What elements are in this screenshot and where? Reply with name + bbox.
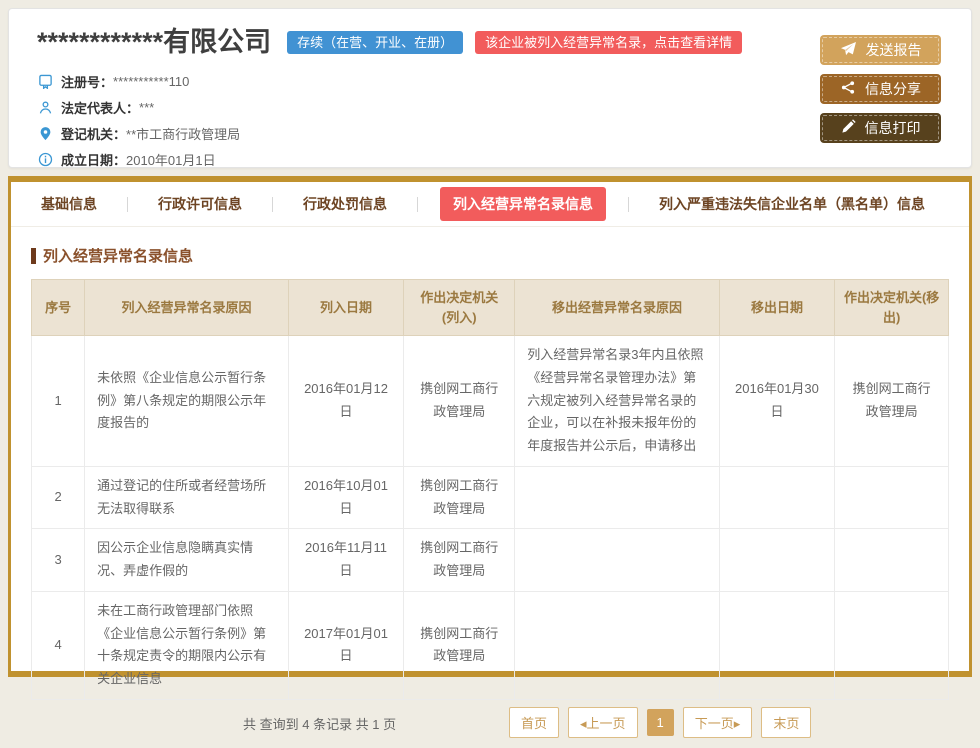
cell-in-reason: 因公示企业信息隐瞒真实情况、弄虚作假的: [85, 529, 289, 592]
share-icon: [840, 80, 856, 98]
legal-representative-value: ***: [139, 100, 154, 115]
registration-authority-value: **市工商行政管理局: [126, 124, 240, 143]
certificate-icon: [37, 73, 53, 89]
col-in-org: 作出决定机关(列入): [404, 280, 515, 336]
cell-in-org: 携创网工商行政管理局: [404, 336, 515, 467]
cell-in-reason: 未依照《企业信息公示暂行条例》第八条规定的期限公示年度报告的: [85, 336, 289, 467]
cell-seq: 1: [32, 336, 85, 467]
cell-out-date: [719, 466, 835, 529]
cell-out-org: [835, 466, 949, 529]
print-info-button[interactable]: 信息打印: [820, 113, 941, 143]
tab-separator: [628, 197, 629, 212]
establish-date-label: 成立日期：: [61, 150, 126, 169]
tab-bar: 基础信息 行政许可信息 行政处罚信息 列入经营异常名录信息 列入严重违法失信企业…: [11, 182, 969, 227]
table-row: 4 未在工商行政管理部门依照《企业信息公示暂行条例》第十条规定责令的期限内公示有…: [32, 591, 949, 699]
section-title: 列入经营异常名录信息: [31, 245, 949, 266]
title-row: ************有限公司 存续（在营、开业、在册） 该企业被列入经营异常…: [37, 29, 943, 56]
cell-out-reason: 列入经营异常名录3年内且依照《经营异常名录管理办法》第六规定被列入经营异常名录的…: [515, 336, 719, 467]
tab-abnormal-operation[interactable]: 列入经营异常名录信息: [440, 187, 606, 221]
send-report-button[interactable]: 发送报告: [820, 35, 941, 65]
paper-plane-icon: [840, 41, 857, 59]
current-page-button[interactable]: 1: [647, 709, 674, 736]
first-page-button[interactable]: 首页: [509, 707, 559, 738]
action-buttons: 发送报告 信息分享 信息打印: [820, 35, 941, 152]
tab-basic-info[interactable]: 基础信息: [33, 187, 105, 221]
cell-in-date: 2016年10月01日: [288, 466, 404, 529]
share-info-label: 信息分享: [865, 79, 921, 99]
cell-in-org: 携创网工商行政管理局: [404, 529, 515, 592]
cell-out-date: [719, 529, 835, 592]
cell-out-org: [835, 529, 949, 592]
cell-in-reason: 通过登记的住所或者经营场所无法取得联系: [85, 466, 289, 529]
col-out-org: 作出决定机关(移出): [835, 280, 949, 336]
col-out-date: 移出日期: [719, 280, 835, 336]
cell-out-org: [835, 591, 949, 699]
table-row: 2 通过登记的住所或者经营场所无法取得联系 2016年10月01日 携创网工商行…: [32, 466, 949, 529]
table-row: 3 因公示企业信息隐瞒真实情况、弄虚作假的 2016年11月11日 携创网工商行…: [32, 529, 949, 592]
cell-out-org: 携创网工商行政管理局: [835, 336, 949, 467]
tab-content: 列入经营异常名录信息 序号 列入经营异常名录原因 列入日期 作出决定机关(列入)…: [11, 227, 969, 748]
abnormal-warning-badge[interactable]: 该企业被列入经营异常名录，点击查看详情: [475, 31, 742, 54]
cell-in-date: 2017年01月01日: [288, 591, 404, 699]
table-row: 1 未依照《企业信息公示暂行条例》第八条规定的期限公示年度报告的 2016年01…: [32, 336, 949, 467]
legal-representative-row: 法定代表人： ***: [37, 94, 943, 120]
location-icon: [37, 125, 53, 141]
cell-in-org: 携创网工商行政管理局: [404, 591, 515, 699]
detail-panel: 基础信息 行政许可信息 行政处罚信息 列入经营异常名录信息 列入严重违法失信企业…: [8, 176, 972, 677]
cell-in-reason: 未在工商行政管理部门依照《企业信息公示暂行条例》第十条规定责令的期限内公示有关企…: [85, 591, 289, 699]
cell-in-date: 2016年11月11日: [288, 529, 404, 592]
tab-separator: [127, 197, 128, 212]
share-info-button[interactable]: 信息分享: [820, 74, 941, 104]
company-info-list: 注册号： ***********110 法定代表人： *** 登记机关： **市…: [37, 68, 943, 172]
section-title-text: 列入经营异常名录信息: [43, 245, 193, 266]
establish-date-row: 成立日期： 2010年01月1日: [37, 146, 943, 172]
record-count-summary: 共 查询到 4 条记录 共 1 页: [243, 714, 396, 733]
col-in-date: 列入日期: [288, 280, 404, 336]
cell-seq: 3: [32, 529, 85, 592]
registration-authority-row: 登记机关： **市工商行政管理局: [37, 120, 943, 146]
col-in-reason: 列入经营异常名录原因: [85, 280, 289, 336]
cell-out-reason: [515, 591, 719, 699]
section-title-bar: [31, 248, 36, 264]
establish-date-value: 2010年01月1日: [126, 150, 216, 169]
tab-separator: [272, 197, 273, 212]
info-icon: [37, 151, 53, 167]
company-header-card: ************有限公司 存续（在营、开业、在册） 该企业被列入经营异常…: [8, 8, 972, 168]
prev-page-button[interactable]: ◂上一页: [568, 707, 638, 738]
cell-out-date: 2016年01月30日: [719, 336, 835, 467]
legal-representative-label: 法定代表人：: [61, 98, 139, 117]
next-page-button[interactable]: 下一页▸: [683, 707, 753, 738]
person-icon: [37, 99, 53, 115]
registration-number-label: 注册号：: [61, 72, 113, 91]
print-info-label: 信息打印: [865, 118, 921, 138]
tab-admin-license[interactable]: 行政许可信息: [150, 187, 250, 221]
cell-seq: 2: [32, 466, 85, 529]
last-page-button[interactable]: 末页: [761, 707, 811, 738]
cell-out-reason: [515, 529, 719, 592]
send-report-label: 发送报告: [866, 40, 922, 60]
registration-number-value: ***********110: [113, 74, 189, 89]
registration-number-row: 注册号： ***********110: [37, 68, 943, 94]
tab-separator: [417, 197, 418, 212]
tab-blacklist[interactable]: 列入严重违法失信企业名单（黑名单）信息: [651, 187, 933, 221]
cell-in-date: 2016年01月12日: [288, 336, 404, 467]
cell-out-date: [719, 591, 835, 699]
tab-admin-penalty[interactable]: 行政处罚信息: [295, 187, 395, 221]
registration-authority-label: 登记机关：: [61, 124, 126, 143]
pagination-buttons: 首页 ◂上一页 1 下一页▸ 末页: [509, 707, 811, 738]
status-badge: 存续（在营、开业、在册）: [287, 31, 463, 54]
cell-seq: 4: [32, 591, 85, 699]
pencil-icon: [841, 119, 856, 137]
company-name: ************有限公司: [37, 29, 271, 56]
abnormal-records-table: 序号 列入经营异常名录原因 列入日期 作出决定机关(列入) 移出经营异常名录原因…: [31, 279, 949, 700]
col-seq: 序号: [32, 280, 85, 336]
table-header-row: 序号 列入经营异常名录原因 列入日期 作出决定机关(列入) 移出经营异常名录原因…: [32, 280, 949, 336]
cell-out-reason: [515, 466, 719, 529]
pagination: 共 查询到 4 条记录 共 1 页 首页 ◂上一页 1 下一页▸ 末页: [31, 700, 949, 748]
col-out-reason: 移出经营异常名录原因: [515, 280, 719, 336]
cell-in-org: 携创网工商行政管理局: [404, 466, 515, 529]
